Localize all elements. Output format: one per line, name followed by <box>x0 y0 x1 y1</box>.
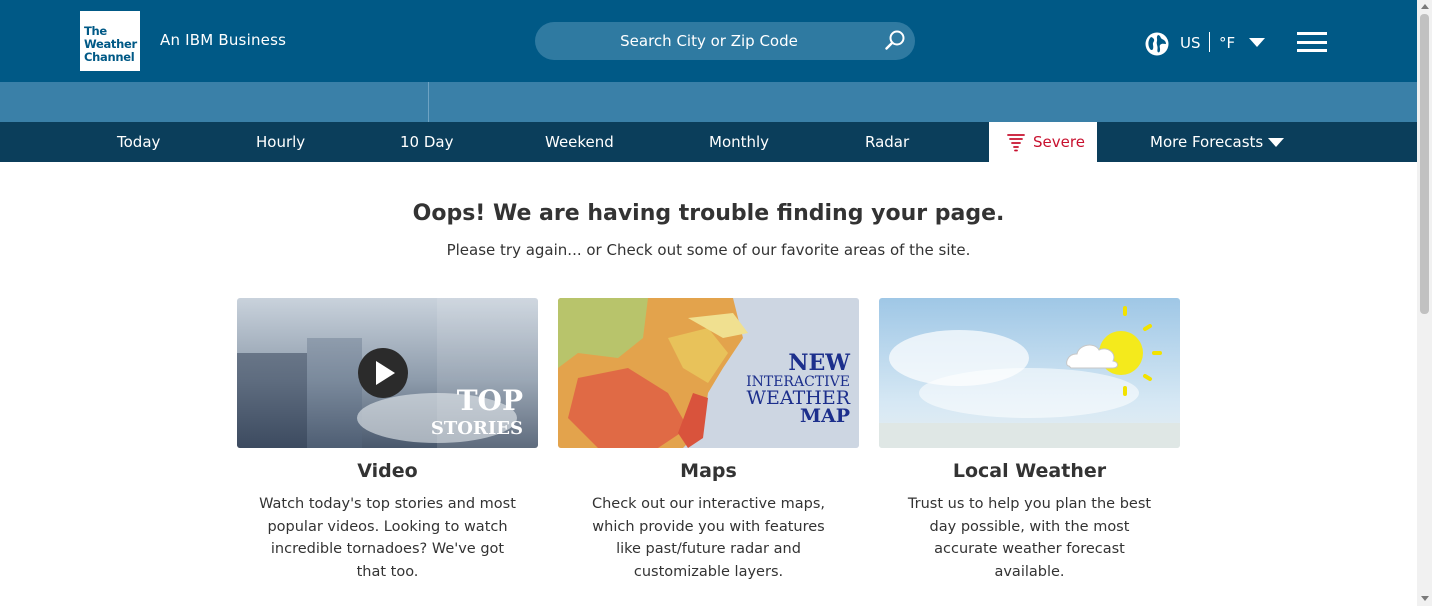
video-image-text-2: STORIES <box>431 418 523 439</box>
nav-item-10-day[interactable]: 10 Day <box>400 122 453 162</box>
nav-item-severe[interactable]: Severe <box>989 122 1097 162</box>
nav-item-radar[interactable]: Radar <box>865 122 909 162</box>
maps-card-title[interactable]: Maps <box>558 460 859 482</box>
page-scrollbar[interactable] <box>1417 0 1432 606</box>
nav-item-weekend[interactable]: Weekend <box>545 122 614 162</box>
maps-card-description: Check out our interactive maps, which pr… <box>591 496 826 580</box>
menu-icon[interactable] <box>1297 32 1327 52</box>
video-card-description: Watch today's top stories and most popul… <box>259 496 516 580</box>
page: The Weather Channel An IBM Business Sear… <box>0 0 1417 606</box>
unit-selector[interactable]: °F <box>1219 34 1235 52</box>
region-unit-divider <box>1209 32 1210 52</box>
more-forecasts-caret-icon[interactable] <box>1268 138 1284 147</box>
site-header: The Weather Channel An IBM Business Sear… <box>0 0 1417 82</box>
region-selector[interactable]: US <box>1180 34 1201 52</box>
search-icon[interactable] <box>883 29 907 53</box>
ibm-tagline: An IBM Business <box>160 31 286 49</box>
search-placeholder: Search City or Zip Code <box>620 32 798 50</box>
severe-weather-icon <box>1007 134 1025 152</box>
maps-image-text-4: MAP <box>800 405 850 427</box>
tagline-brand: IBM Business <box>185 31 287 49</box>
location-bar-divider <box>428 82 429 122</box>
local-weather-card-title[interactable]: Local Weather <box>879 460 1180 482</box>
caret-down-icon[interactable] <box>1249 38 1265 47</box>
forecast-nav: Today Hourly 10 Day Weekend Monthly Rada… <box>0 122 1417 162</box>
nav-item-monthly[interactable]: Monthly <box>709 122 769 162</box>
nav-item-more-forecasts[interactable]: More Forecasts <box>1150 122 1263 162</box>
local-weather-card-description: Trust us to help you plan the best day p… <box>907 496 1152 580</box>
error-heading: Oops! We are having trouble finding your… <box>412 201 1005 226</box>
local-weather-thumbnail[interactable] <box>879 298 1180 448</box>
logo-line-3: Channel <box>84 50 135 64</box>
scroll-up-arrow-icon[interactable] <box>1421 4 1429 9</box>
video-card-title[interactable]: Video <box>237 460 538 482</box>
nav-item-hourly[interactable]: Hourly <box>256 122 305 162</box>
maps-thumbnail[interactable]: NEW INTERACTIVE WEATHER MAP <box>558 298 859 448</box>
globe-icon[interactable] <box>1145 32 1169 56</box>
video-thumbnail[interactable]: TOP STORIES <box>237 298 538 448</box>
scroll-down-arrow-icon[interactable] <box>1421 596 1429 601</box>
nav-item-today[interactable]: Today <box>117 122 160 162</box>
location-bar <box>0 82 1417 122</box>
maps-image-text-1: NEW <box>788 350 850 376</box>
error-subheading: Please try again... or Check out some of… <box>446 241 971 259</box>
tagline-prefix: An <box>160 31 181 49</box>
severe-label: Severe <box>1033 133 1085 151</box>
video-image-text-1: TOP <box>457 384 523 417</box>
scroll-thumb[interactable] <box>1420 14 1429 314</box>
search-input[interactable]: Search City or Zip Code <box>535 22 915 60</box>
weather-channel-logo[interactable]: The Weather Channel <box>80 11 140 71</box>
